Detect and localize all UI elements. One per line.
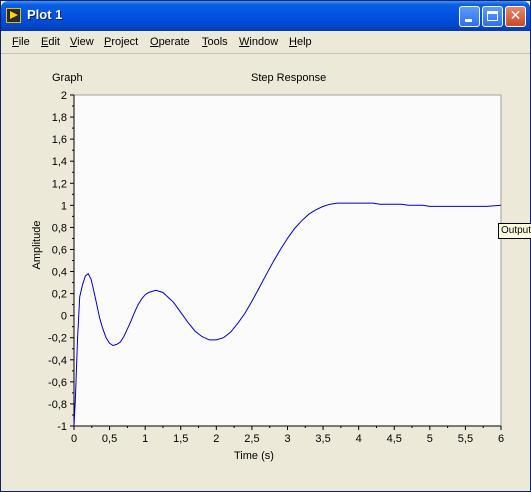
x-tick-label: 0 — [71, 433, 77, 445]
y-tick-label: 0,2 — [52, 289, 67, 301]
plot-legend-output[interactable]: Output — [498, 223, 531, 239]
y-tick-label: 1,8 — [52, 112, 67, 124]
x-tick-label: 3,5 — [315, 433, 330, 445]
y-tick-label: 0,4 — [52, 267, 67, 279]
x-tick-label: 2,5 — [244, 433, 259, 445]
y-tick-label: 1,6 — [52, 134, 67, 146]
y-tick-label: 1,2 — [52, 178, 67, 190]
x-tick-label: 1 — [142, 433, 148, 445]
x-tick-label: 5,5 — [458, 433, 473, 445]
y-tick-label: -0,2 — [48, 333, 67, 345]
y-tick-label: 0,8 — [52, 222, 67, 234]
y-tick-label: -1 — [57, 421, 67, 433]
x-tick-label: 5 — [427, 433, 433, 445]
x-tick-label: 6 — [498, 433, 504, 445]
x-tick-label: 4,5 — [387, 433, 402, 445]
x-tick-label: 1,5 — [173, 433, 188, 445]
plot-window: Plot 1 ✕ File Edit View Project Operate … — [0, 0, 531, 492]
y-axis-label: Amplitude — [31, 220, 43, 270]
x-axis-label: Time (s) — [234, 450, 274, 462]
step-response-graph[interactable]: -1 -0,8 -0,6 -0,4 -0,2 0 0,2 0,4 0,6 0,8 1 1,2 1,4 1,… — [1, 1, 530, 471]
y-tick-label: 1,4 — [52, 156, 67, 168]
y-tick-label: 2 — [61, 90, 67, 102]
x-tick-label: 3 — [284, 433, 290, 445]
y-tick-label: 0,6 — [52, 244, 67, 256]
x-tick-label: 4 — [356, 433, 362, 445]
y-tick-label: -0,8 — [48, 399, 67, 411]
y-tick-label: -0,4 — [48, 355, 67, 367]
plot-area — [73, 94, 502, 427]
y-tick-label: -0,6 — [48, 377, 67, 389]
x-tick-label: 2 — [213, 433, 219, 445]
x-tick-label: 0,5 — [102, 433, 117, 445]
y-tick-label: 1 — [61, 200, 67, 212]
y-tick-label: 0 — [61, 311, 67, 323]
